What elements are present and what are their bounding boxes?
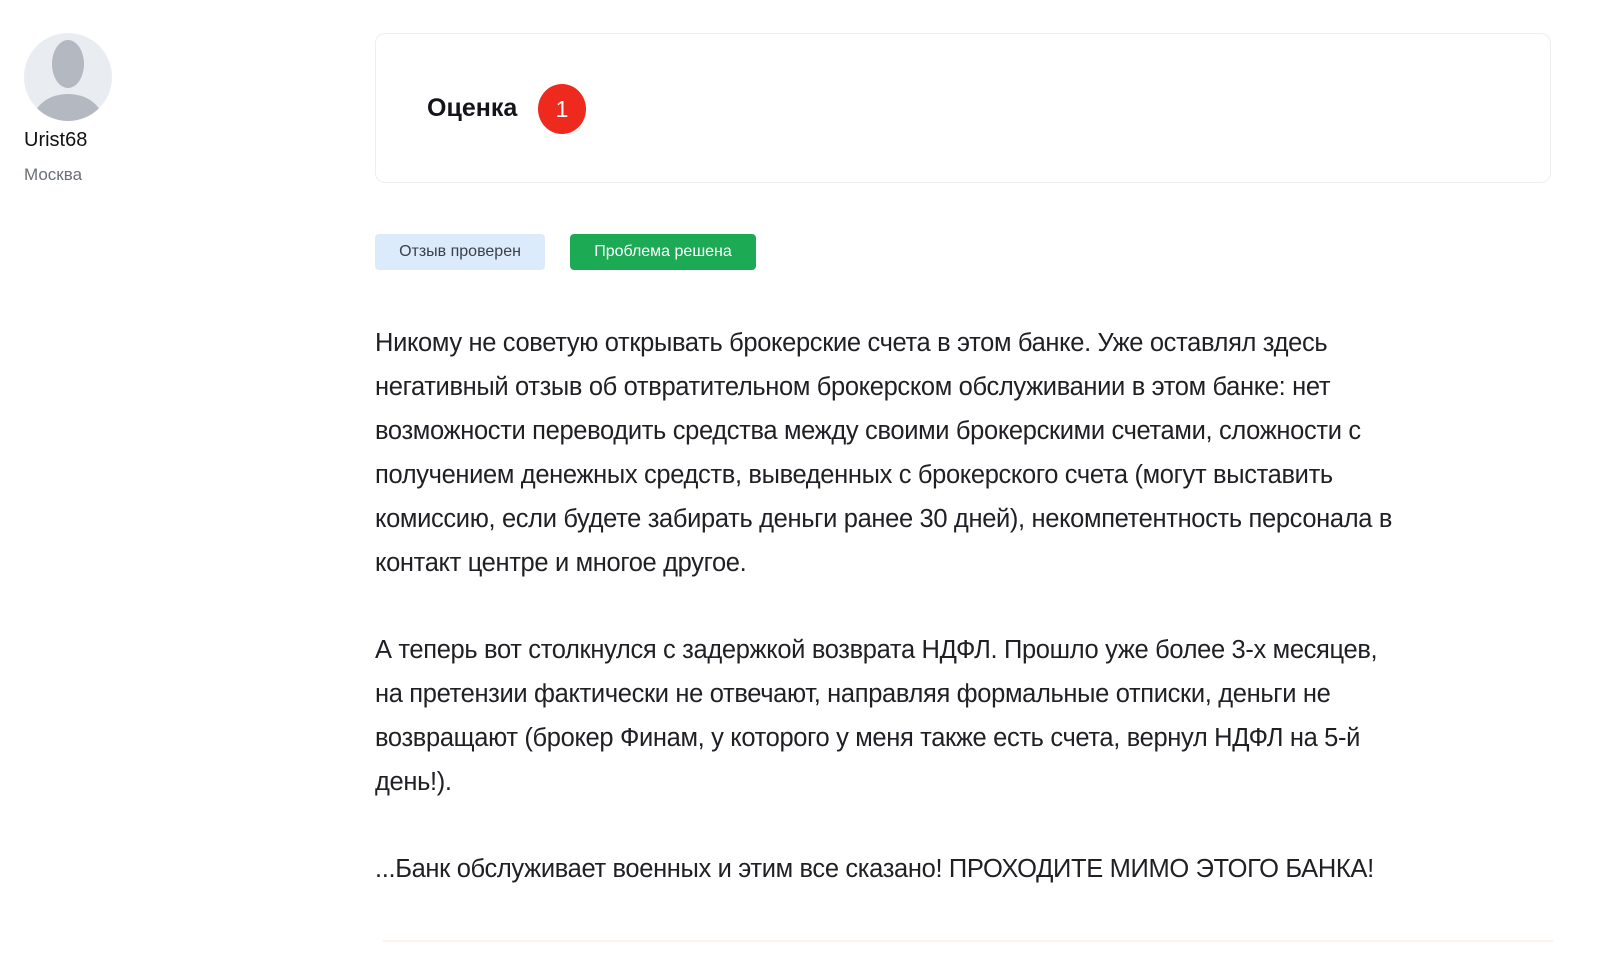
review-paragraph: А теперь вот столкнулся с задержкой возв… bbox=[375, 628, 1392, 804]
author-city: Москва bbox=[24, 165, 83, 184]
rating-badge: 1 bbox=[538, 84, 586, 134]
text-line: комиссию, если будете забирать деньги ра… bbox=[375, 505, 1393, 533]
text-line: на претензии фактически не отвечают, нап… bbox=[375, 680, 1331, 708]
review-paragraph: Никому не советую открывать брокерские с… bbox=[375, 321, 1392, 585]
review-paragraph: ...Банк обслуживает военных и этим все с… bbox=[375, 847, 1392, 891]
text-line: возможности переводить средства между св… bbox=[375, 417, 1361, 445]
author-name[interactable]: Urist68 bbox=[24, 129, 87, 152]
text-line: Никому не советую открывать брокерские с… bbox=[375, 329, 1328, 357]
user-placeholder-body bbox=[34, 94, 102, 121]
text-line: день!). bbox=[375, 768, 452, 796]
review-text: Никому не советую открывать брокерские с… bbox=[375, 321, 1392, 934]
text-line: возвращают (брокер Финам, у которого у м… bbox=[375, 724, 1361, 752]
problem-solved-badge: Проблема решена bbox=[570, 234, 756, 270]
review-verified-badge: Отзыв проверен bbox=[375, 234, 545, 270]
text-line: А теперь вот столкнулся с задержкой возв… bbox=[375, 636, 1378, 664]
rating-card: Оценка 1 bbox=[375, 33, 1551, 183]
rating-label: Оценка bbox=[427, 94, 518, 122]
avatar[interactable] bbox=[24, 33, 112, 121]
text-line: контакт центре и многое другое. bbox=[375, 549, 747, 577]
text-line: получением денежных средств, выведенных … bbox=[375, 461, 1333, 489]
divider bbox=[383, 940, 1553, 942]
user-placeholder-icon bbox=[52, 40, 84, 88]
text-line: ...Банк обслуживает военных и этим все с… bbox=[375, 855, 1374, 883]
text-line: негативный отзыв об отвратительном броке… bbox=[375, 373, 1331, 401]
